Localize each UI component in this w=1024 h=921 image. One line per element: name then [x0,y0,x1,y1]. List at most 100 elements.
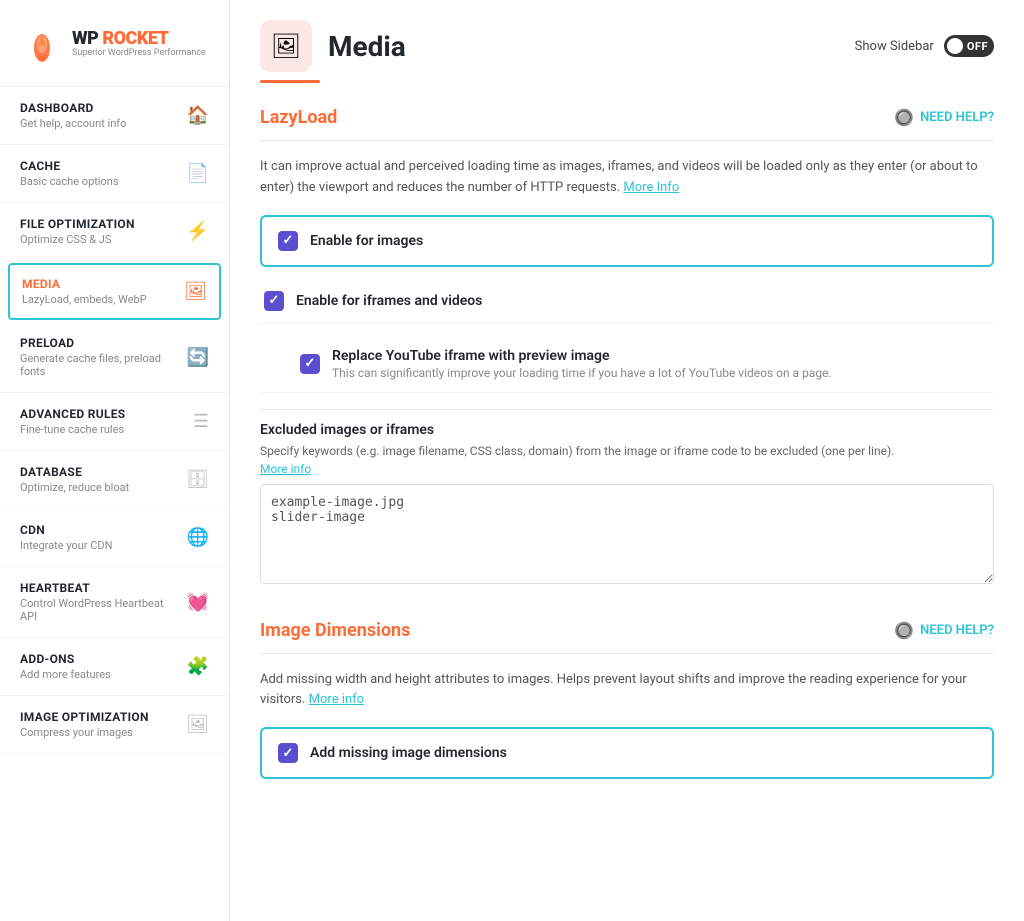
sidebar-item-icon-dashboard: 🏠 [187,105,209,126]
sidebar-item-database[interactable]: DATABASE Optimize, reduce bloat 🗄 [0,451,229,509]
toggle-state-label: OFF [967,40,988,53]
image-dimensions-section: Image Dimensions 🔘 NEED HELP? Add missin… [260,620,994,780]
image-dimensions-divider [260,653,994,654]
logo-wp-rocket: WP ROCKET [72,29,206,49]
lazyload-need-help[interactable]: 🔘 NEED HELP? [894,108,994,127]
excluded-textarea[interactable]: example-image.jpg slider-image [260,484,994,584]
sidebar-item-title-add-ons: ADD-ONS [20,652,179,666]
toggle-knob [947,38,963,54]
sidebar-item-text-heartbeat: HEARTBEAT Control WordPress Heartbeat AP… [20,581,179,623]
sidebar-item-icon-database: 🗄 [186,469,209,490]
image-dimensions-description: Add missing width and height attributes … [260,670,994,712]
show-sidebar-label: Show Sidebar [855,39,934,54]
sidebar-item-sub-image-optimization: Compress your images [20,726,178,739]
checkbox-add-dimensions[interactable] [278,743,298,763]
image-dimensions-section-header: Image Dimensions 🔘 NEED HELP? [260,620,994,641]
sidebar: WP ROCKET Superior WordPress Performance… [0,0,230,921]
sidebar-item-text-dashboard: DASHBOARD Get help, account info [20,101,179,130]
sidebar-item-add-ons[interactable]: ADD-ONS Add more features 🧩 [0,638,229,696]
checkbox-replace-youtube[interactable] [300,354,320,374]
lazyload-need-help-label: NEED HELP? [920,110,994,125]
option-label-replace-youtube: Replace YouTube iframe with preview imag… [332,348,832,364]
lazyload-title: LazyLoad [260,107,337,128]
sidebar-item-cache[interactable]: CACHE Basic cache options 📄 [0,145,229,203]
sidebar-item-advanced-rules[interactable]: ADVANCED RULES Fine-tune cache rules ☰ [0,393,229,451]
excluded-desc: Specify keywords (e.g. image filename, C… [260,442,994,478]
sidebar-item-title-preload: PRELOAD [20,336,179,350]
sidebar-item-sub-cache: Basic cache options [20,175,179,188]
logo-tagline: Superior WordPress Performance [72,49,206,59]
checkbox-enable-iframes[interactable] [264,291,284,311]
sidebar-toggle-switch[interactable]: OFF [944,35,994,57]
sidebar-item-sub-database: Optimize, reduce bloat [20,481,178,494]
need-help-icon: 🔘 [894,108,914,127]
page-icon: 🖼 [260,20,312,72]
sidebar-item-title-cdn: CDN [20,523,179,537]
option-row-replace-youtube: Replace YouTube iframe with preview imag… [260,336,994,393]
sidebar-item-image-optimization[interactable]: IMAGE OPTIMIZATION Compress your images … [0,696,229,754]
logo-area: WP ROCKET Superior WordPress Performance [0,0,229,87]
sidebar-item-icon-add-ons: 🧩 [187,656,209,677]
page-title-area: 🖼 Media [260,20,406,72]
image-dimensions-more-info-link[interactable]: More info [309,692,364,707]
sidebar-item-file-optimization[interactable]: FILE OPTIMIZATION Optimize CSS & JS ⚡ [0,203,229,261]
sidebar-item-sub-preload: Generate cache files, preload fonts [20,352,179,378]
excluded-section: Excluded images or iframes Specify keywo… [260,409,994,588]
sidebar-item-icon-preload: 🔄 [187,347,209,368]
sidebar-item-dashboard[interactable]: DASHBOARD Get help, account info 🏠 [0,87,229,145]
option-row-enable-iframes: Enable for iframes and videos [260,279,994,324]
sidebar-item-sub-cdn: Integrate your CDN [20,539,179,552]
sidebar-item-sub-dashboard: Get help, account info [20,117,179,130]
sidebar-item-sub-advanced-rules: Fine-tune cache rules [20,423,185,436]
sidebar-item-title-media: MEDIA [22,277,176,291]
lazyload-description: It can improve actual and perceived load… [260,157,994,199]
logo-text: WP ROCKET Superior WordPress Performance [72,29,206,59]
sidebar-item-text-media: MEDIA LazyLoad, embeds, WebP [22,277,176,306]
lazyload-more-info-link[interactable]: More Info [623,180,679,195]
sidebar-item-text-file-optimization: FILE OPTIMIZATION Optimize CSS & JS [20,217,179,246]
sidebar-item-title-file-optimization: FILE OPTIMIZATION [20,217,179,231]
sidebar-item-title-heartbeat: HEARTBEAT [20,581,179,595]
sidebar-item-title-image-optimization: IMAGE OPTIMIZATION [20,710,178,724]
sidebar-item-icon-media: 🖼 [184,281,207,302]
image-dimensions-title: Image Dimensions [260,620,410,641]
sidebar-item-text-preload: PRELOAD Generate cache files, preload fo… [20,336,179,378]
sidebar-item-preload[interactable]: PRELOAD Generate cache files, preload fo… [0,322,229,393]
sidebar-item-cdn[interactable]: CDN Integrate your CDN 🌐 [0,509,229,567]
sidebar-item-icon-file-optimization: ⚡ [187,221,209,242]
excluded-more-info-link[interactable]: More info [260,462,311,476]
wp-rocket-logo-icon [20,22,64,66]
option-label-enable-iframes: Enable for iframes and videos [296,293,482,309]
option-row-add-dimensions: Add missing image dimensions [260,727,994,779]
sidebar-item-text-image-optimization: IMAGE OPTIMIZATION Compress your images [20,710,178,739]
sidebar-item-text-advanced-rules: ADVANCED RULES Fine-tune cache rules [20,407,185,436]
sidebar-item-title-dashboard: DASHBOARD [20,101,179,115]
image-dimensions-need-help[interactable]: 🔘 NEED HELP? [894,621,994,640]
page-title: Media [328,30,406,63]
sidebar-item-text-add-ons: ADD-ONS Add more features [20,652,179,681]
sidebar-item-icon-advanced-rules: ☰ [193,411,209,432]
logo-wrap: WP ROCKET Superior WordPress Performance [20,22,209,66]
sidebar-item-text-cache: CACHE Basic cache options [20,159,179,188]
sidebar-item-text-cdn: CDN Integrate your CDN [20,523,179,552]
lazyload-divider [260,140,994,141]
option-row-enable-images: Enable for images [260,215,994,267]
main-content: 🖼 Media Show Sidebar OFF LazyLoad 🔘 NEED… [230,0,1024,921]
sidebar-item-icon-cdn: 🌐 [187,527,209,548]
sidebar-item-sub-add-ons: Add more features [20,668,179,681]
sidebar-item-icon-image-optimization: 🖼 [186,714,209,735]
checkbox-enable-images[interactable] [278,231,298,251]
sidebar-item-sub-file-optimization: Optimize CSS & JS [20,233,179,246]
image-dimensions-need-help-label: NEED HELP? [920,623,994,638]
sidebar-item-text-database: DATABASE Optimize, reduce bloat [20,465,178,494]
sidebar-item-icon-heartbeat: 💓 [187,592,209,613]
option-label-enable-images: Enable for images [310,233,423,249]
lazyload-section-header: LazyLoad 🔘 NEED HELP? [260,107,994,128]
sidebar-item-heartbeat[interactable]: HEARTBEAT Control WordPress Heartbeat AP… [0,567,229,638]
sidebar-item-title-advanced-rules: ADVANCED RULES [20,407,185,421]
replace-youtube-text: Replace YouTube iframe with preview imag… [332,348,832,380]
option-label-add-dimensions: Add missing image dimensions [310,745,507,761]
sidebar-item-media[interactable]: MEDIA LazyLoad, embeds, WebP 🖼 [8,263,221,320]
content-area: LazyLoad 🔘 NEED HELP? It can improve act… [230,83,1024,921]
sidebar-item-title-cache: CACHE [20,159,179,173]
